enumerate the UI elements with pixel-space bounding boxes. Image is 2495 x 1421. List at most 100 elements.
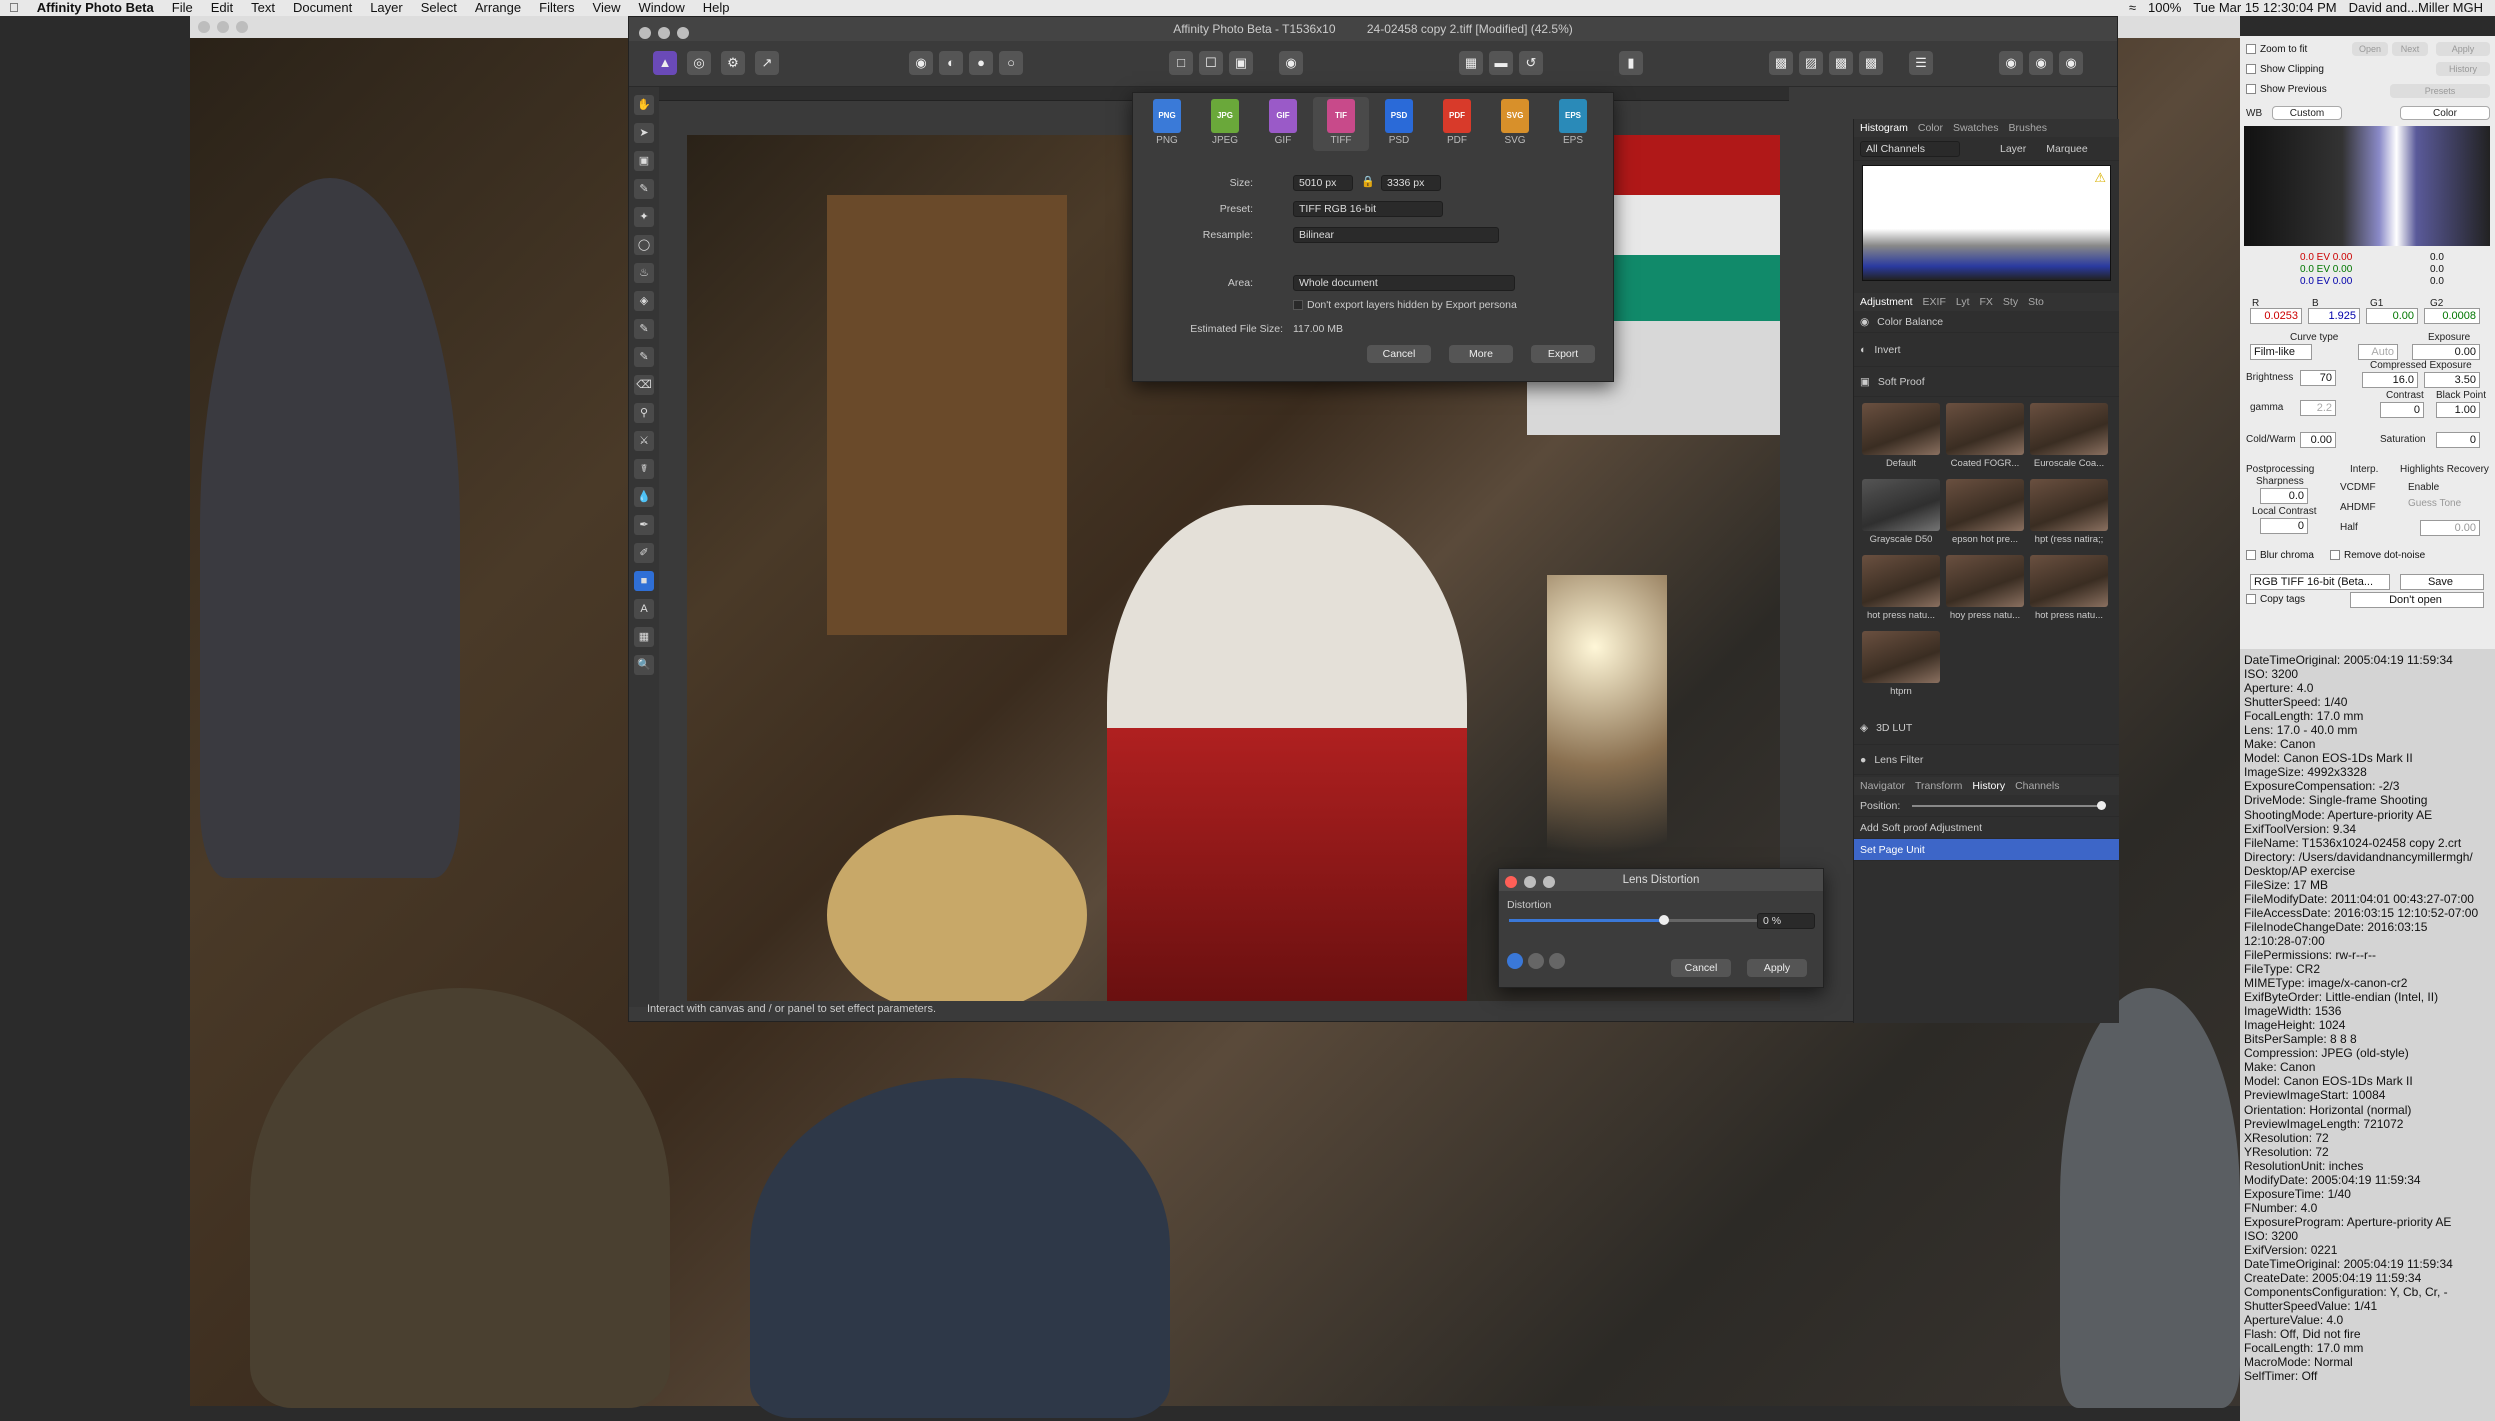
app-menu[interactable]: Affinity Photo Beta [28,0,163,16]
compressed-exposure-field[interactable]: 16.0 [2362,372,2418,388]
dodge-tool-icon[interactable]: ⚲ [634,403,654,423]
tab-swatches[interactable]: Swatches [1953,122,1999,134]
width-field[interactable]: 5010 px [1293,175,1353,191]
adjustment-soft-proof[interactable]: ▣ Soft Proof [1854,367,2119,397]
blur-tool-icon[interactable]: 💧 [634,487,654,507]
hand-tool-icon[interactable]: ✋ [634,95,654,115]
output-format-select[interactable]: RGB TIFF 16-bit (Beta... [2250,574,2390,590]
close-icon[interactable] [198,21,210,33]
preset-thumb[interactable]: epson hot pre... [1946,479,2024,549]
g1-multiplier-field[interactable]: 0.00 [2366,308,2418,324]
arrange-forward-icon[interactable]: ▩ [1829,51,1853,75]
menu-select[interactable]: Select [412,0,466,16]
deselect-icon[interactable]: ☐ [1199,51,1223,75]
exposure-field[interactable]: 0.00 [2412,344,2480,360]
clock[interactable]: Tue Mar 15 12:30:04 PM [2187,0,2342,16]
grid-icon[interactable]: ▦ [1459,51,1483,75]
show-previous-checkbox[interactable]: Show Previous [2246,84,2327,95]
adjustment-lens-filter[interactable]: ● Lens Filter [1854,745,2119,775]
saturation-field[interactable]: 0 [2436,432,2480,448]
height-field[interactable]: 3336 px [1381,175,1441,191]
ahdmf-radio[interactable]: AHDMF [2340,502,2376,513]
arrange-icon[interactable]: ▩ [1769,51,1793,75]
preset-thumb[interactable]: hot press natu... [2030,555,2108,625]
export-cancel-button[interactable]: Cancel [1367,345,1431,363]
marquee-icon[interactable]: □ [1169,51,1193,75]
pen-tool-icon[interactable]: ✒ [634,515,654,535]
hue-icon[interactable]: ● [969,51,993,75]
format-tiff[interactable]: TIF TIFF [1313,97,1369,151]
preset-thumb[interactable]: hot press natu... [1862,555,1940,625]
pincushion-icon[interactable] [1507,953,1523,969]
guess-tone-checkbox[interactable]: Guess Tone [2408,498,2461,509]
g2-multiplier-field[interactable]: 0.0008 [2424,308,2480,324]
menu-arrange[interactable]: Arrange [466,0,530,16]
cold-warm-field[interactable]: 0.00 [2300,432,2336,448]
tab-histogram[interactable]: Histogram [1860,122,1908,134]
move-tool-icon[interactable]: ➤ [634,123,654,143]
preset-thumb[interactable]: Coated FOGR... [1946,403,2024,473]
flood-select-icon[interactable]: ✦ [634,207,654,227]
open-button[interactable]: Open [2352,42,2388,56]
show-clipping-checkbox[interactable]: Show Clipping [2246,64,2324,75]
b-multiplier-field[interactable]: 1.925 [2308,308,2360,324]
format-png[interactable]: PNG PNG [1139,97,1195,151]
lock-icon[interactable]: 🔒 [1361,175,1375,188]
snapping-icon[interactable]: ↺ [1519,51,1543,75]
auto-button[interactable]: Auto [2358,344,2398,360]
next-button[interactable]: Next [2392,42,2428,56]
brightness-field[interactable]: 70 [2300,370,2336,386]
format-psd[interactable]: PSD PSD [1371,97,1427,151]
format-jpeg[interactable]: JPG JPEG [1197,97,1253,151]
preset-thumb[interactable]: Euroscale Coa... [2030,403,2108,473]
minimize-icon[interactable] [658,27,670,39]
tab-layers[interactable]: Lyt [1956,296,1970,308]
vector-brush-icon[interactable]: ✐ [634,543,654,563]
channels-select[interactable]: All Channels [1860,140,1960,157]
preset-thumb[interactable]: htprn [1862,631,1940,701]
align-icon[interactable]: ☰ [1909,51,1933,75]
selection-brush-icon[interactable]: ✎ [634,179,654,199]
arrange-back-icon[interactable]: ▨ [1799,51,1823,75]
black-point-field[interactable]: 1.00 [2436,402,2480,418]
fill-tool-icon[interactable]: ♨ [634,263,654,283]
mesh-warp-icon[interactable]: ▦ [634,627,654,647]
raw-apply-button[interactable]: Apply [2436,42,2490,56]
marquee-tool-icon[interactable]: ◯ [634,235,654,255]
history-item-selected[interactable]: Set Page Unit [1854,839,2119,861]
battery-status[interactable]: 100% [2142,0,2187,16]
raw-history-button[interactable]: History [2436,62,2490,76]
dot-noise-checkbox[interactable]: Remove dot-noise [2330,550,2425,561]
quick-mask-icon[interactable]: ◉ [1279,51,1303,75]
lens-apply-button[interactable]: Apply [1747,959,1807,977]
clone-tool-icon[interactable]: ⚔ [634,431,654,451]
adjustment-color-balance[interactable]: ◉ Color Balance [1854,311,2119,333]
healing-tool-icon[interactable]: ☤ [634,459,654,479]
crop-tool-icon[interactable]: ▣ [634,151,654,171]
color-select[interactable]: Color [2400,106,2490,120]
raw-save-button[interactable]: Save [2400,574,2484,590]
liquify-persona-icon[interactable]: ◎ [687,51,711,75]
local-contrast-field[interactable]: 0 [2260,518,2308,534]
invert-selection-icon[interactable]: ▣ [1229,51,1253,75]
close-icon[interactable] [639,27,651,39]
layer-checkbox[interactable]: Layer [2000,143,2026,155]
copy-tags-checkbox[interactable]: Copy tags [2246,594,2305,605]
tab-brushes[interactable]: Brushes [2008,122,2047,134]
menu-window[interactable]: Window [629,0,693,16]
preset-thumb[interactable]: Default [1862,403,1940,473]
preset-select[interactable]: TIFF RGB 16-bit [1293,201,1443,217]
blur-chroma-checkbox[interactable]: Blur chroma [2246,550,2314,561]
studio-icon[interactable]: ◉ [2059,51,2083,75]
menu-help[interactable]: Help [694,0,739,16]
photo-persona-icon[interactable]: ▲ [653,51,677,75]
adjustment-3d-lut[interactable]: ◈ 3D LUT [1854,711,2119,745]
zoom-icon[interactable] [1543,876,1555,888]
arrange-front-icon[interactable]: ▩ [1859,51,1883,75]
preset-thumb[interactable]: hoy press natu... [1946,555,2024,625]
user-menu[interactable]: David and...Miller MGH [2343,0,2489,16]
zoom-tool-icon[interactable]: 🔍 [634,655,654,675]
white-balance-icon[interactable]: ○ [999,51,1023,75]
dont-open-select[interactable]: Don't open [2350,592,2484,608]
lens-cancel-button[interactable]: Cancel [1671,959,1731,977]
